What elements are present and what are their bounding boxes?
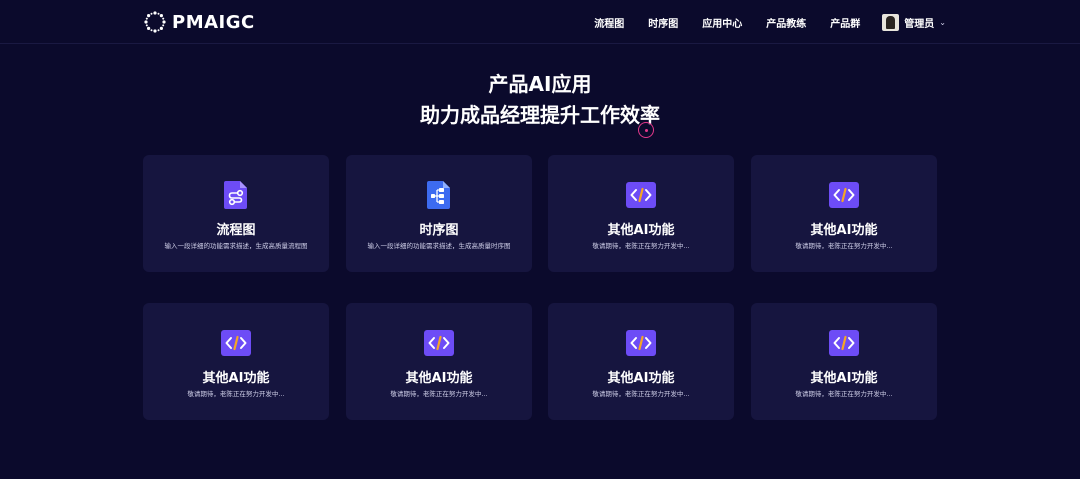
card-flowchart[interactable]: 流程图 输入一段详细的功能需求描述，生成高质量流程图 bbox=[143, 155, 329, 272]
card-sequence-diagram[interactable]: 时序图 输入一段详细的功能需求描述，生成高质量时序图 bbox=[346, 155, 532, 272]
card-title: 时序图 bbox=[419, 223, 459, 238]
code-icon bbox=[221, 330, 251, 356]
brand-logo[interactable]: PMAIGC bbox=[144, 11, 255, 33]
nav-item-flowchart[interactable]: 流程图 bbox=[594, 15, 624, 30]
card-title: 其他AI功能 bbox=[607, 223, 675, 238]
card-description: 输入一段详细的功能需求描述，生成高质量时序图 bbox=[367, 242, 511, 250]
code-icon bbox=[424, 330, 454, 356]
card-other-ai-feature[interactable]: 其他AI功能 敬请期待，老陈正在努力开发中... bbox=[143, 303, 329, 420]
nav-item-app-center[interactable]: 应用中心 bbox=[702, 15, 742, 30]
flowchart-icon bbox=[224, 181, 247, 209]
top-nav-bar: PMAIGC 流程图 时序图 应用中心 产品教练 产品群 管理员 ⌄ bbox=[0, 0, 1080, 44]
nav-item-sequence[interactable]: 时序图 bbox=[648, 15, 678, 30]
card-title: 其他AI功能 bbox=[810, 371, 878, 386]
brand-name: PMAIGC bbox=[172, 11, 255, 33]
mouse-cursor-indicator bbox=[638, 122, 654, 138]
nav-item-product-coach[interactable]: 产品教练 bbox=[766, 15, 806, 30]
code-icon bbox=[829, 182, 859, 208]
user-name: 管理员 bbox=[904, 18, 935, 30]
card-description: 敬请期待，老陈正在努力开发中... bbox=[390, 390, 488, 398]
hero-subtitle: 助力成品经理提升工作效率 bbox=[420, 103, 660, 127]
card-other-ai-feature[interactable]: 其他AI功能 敬请期待，老陈正在努力开发中... bbox=[751, 155, 937, 272]
card-description: 敬请期待，老陈正在努力开发中... bbox=[592, 242, 690, 250]
card-description: 敬请期待，老陈正在努力开发中... bbox=[187, 390, 285, 398]
chevron-down-icon: ⌄ bbox=[939, 17, 946, 27]
code-icon bbox=[829, 330, 859, 356]
code-icon bbox=[626, 182, 656, 208]
card-title: 其他AI功能 bbox=[405, 371, 473, 386]
card-description: 敬请期待，老陈正在努力开发中... bbox=[795, 390, 893, 398]
card-description: 输入一段详细的功能需求描述，生成高质量流程图 bbox=[164, 242, 308, 250]
card-other-ai-feature[interactable]: 其他AI功能 敬请期待，老陈正在努力开发中... bbox=[346, 303, 532, 420]
code-icon bbox=[626, 330, 656, 356]
logo-ring-icon bbox=[144, 11, 166, 33]
card-title: 其他AI功能 bbox=[810, 223, 878, 238]
card-title: 流程图 bbox=[216, 223, 256, 238]
sequence-diagram-icon bbox=[427, 181, 450, 209]
card-other-ai-feature[interactable]: 其他AI功能 敬请期待，老陈正在努力开发中... bbox=[751, 303, 937, 420]
nav-item-product-group[interactable]: 产品群 bbox=[830, 15, 860, 30]
card-title: 其他AI功能 bbox=[607, 371, 675, 386]
card-other-ai-feature[interactable]: 其他AI功能 敬请期待，老陈正在努力开发中... bbox=[548, 155, 734, 272]
main-nav: 流程图 时序图 应用中心 产品教练 产品群 管理员 ⌄ bbox=[570, 13, 946, 31]
card-other-ai-feature[interactable]: 其他AI功能 敬请期待，老陈正在努力开发中... bbox=[548, 303, 734, 420]
card-description: 敬请期待，老陈正在努力开发中... bbox=[592, 390, 690, 398]
hero-title: 产品AI应用 bbox=[488, 72, 592, 96]
card-title: 其他AI功能 bbox=[202, 371, 270, 386]
avatar bbox=[882, 13, 900, 31]
user-menu[interactable]: 管理员 ⌄ bbox=[882, 13, 946, 31]
card-description: 敬请期待，老陈正在努力开发中... bbox=[795, 242, 893, 250]
